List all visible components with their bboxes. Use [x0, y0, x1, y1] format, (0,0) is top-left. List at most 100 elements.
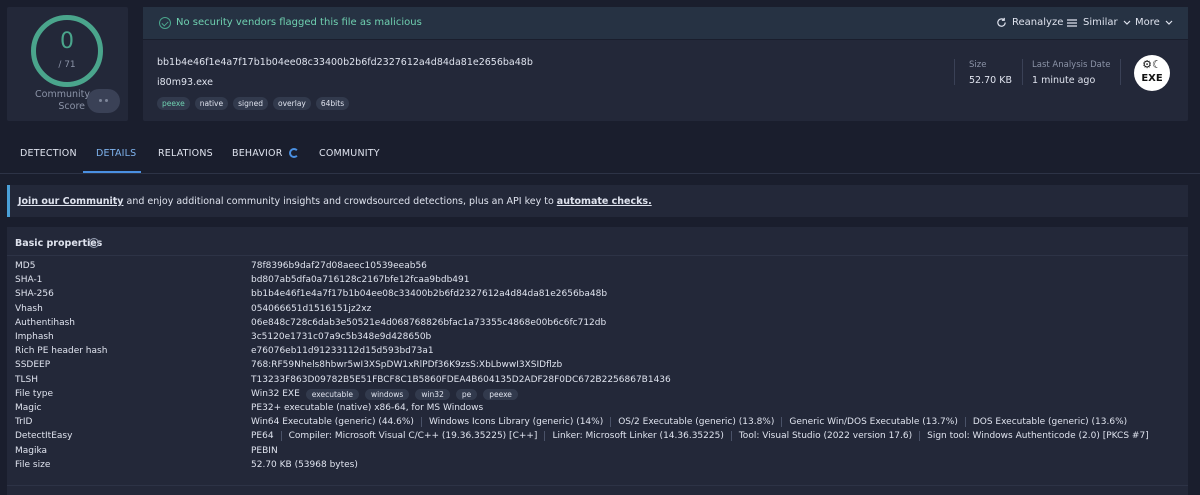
check-circle-icon	[159, 17, 171, 29]
divider	[1022, 59, 1023, 85]
verdict-banner: No security vendors flagged this file as…	[143, 7, 1188, 40]
property-value: PE64 Compiler: Microsoft Visual C/C++ (19…	[251, 431, 1156, 442]
file-type-tag[interactable]: windows	[364, 388, 410, 400]
property-segment: Compiler: Microsoft Visual C/C++ (19.36.…	[280, 431, 545, 442]
property-key: Magic	[15, 403, 42, 413]
file-tag[interactable]: signed	[233, 97, 269, 110]
automate-checks-link[interactable]: automate checks.	[557, 196, 652, 207]
info-icon[interactable]: i	[89, 238, 99, 248]
property-segment: Win64 Executable (generic) (44.6%)	[251, 417, 414, 428]
property-segment: PE64	[251, 431, 274, 442]
property-value: Win64 Executable (generic) (44.6%) Window…	[251, 417, 1134, 428]
gear-icon: ⚙☾	[1142, 58, 1162, 71]
property-segment: Windows Icons Library (generic) (14%)	[420, 417, 610, 428]
similar-dropdown[interactable]: Similar	[1066, 17, 1131, 28]
property-value: PEBIN	[251, 445, 278, 456]
property-row: Magika PEBIN	[15, 446, 1180, 460]
property-segment: Tool: Visual Studio (2022 version 17.6)	[730, 431, 919, 442]
file-type-icon: ⚙☾ EXE	[1134, 55, 1170, 91]
property-row: File size 52.70 KB (53968 bytes)	[15, 460, 1180, 474]
property-key: Rich PE header hash	[15, 346, 108, 357]
chevron-down-icon	[1165, 20, 1173, 25]
property-key: TrID	[15, 417, 33, 428]
detection-ring: 0 / 71	[31, 15, 103, 87]
property-value: Win32 EXE executable windows win32 pe peexe	[251, 388, 518, 400]
property-row: SSDEEP 768:RF59Nhels8hbwr5wI3XSpDW1xRlPDf…	[15, 360, 1180, 374]
property-segment: Generic Win/DOS Executable (13.7%)	[781, 417, 964, 428]
report-tabs: DETECTION DETAILS RELATIONS BEHAVIOR COM…	[0, 132, 1200, 174]
property-key: DetectItEasy	[15, 431, 73, 442]
engines-total: / 71	[58, 60, 76, 70]
property-row: DetectItEasy PE64 Compiler: Microsoft Visu…	[15, 431, 1180, 445]
file-type-tag[interactable]: executable	[305, 388, 359, 400]
reanalyze-button[interactable]: Reanalyze	[996, 17, 1063, 28]
join-community-link[interactable]: Join our Community	[18, 196, 123, 207]
more-dropdown[interactable]: More	[1135, 17, 1173, 28]
property-row: Vhash 054066651d1516151jz2xz	[15, 304, 1180, 318]
property-key: File type	[15, 388, 54, 399]
file-tags: peexe native signed overlay 64bits	[157, 97, 350, 110]
similar-icon	[1067, 18, 1077, 27]
file-sha256[interactable]: bb1b4e46f1e4a7f17b1b04ee08c33400b2b6fd23…	[157, 57, 533, 68]
property-row: File type Win32 EXE executable windows win32…	[15, 388, 1180, 403]
tab-relations[interactable]: RELATIONS	[158, 148, 213, 159]
property-value: e76076eb11d91233112d15d593bd73a1	[251, 346, 434, 357]
property-row: SHA-1 bd807ab5dfa0a716128c2167bfe12fcaa9b…	[15, 275, 1180, 289]
property-row: TrID Win64 Executable (generic) (44.6%) Wi…	[15, 417, 1180, 431]
file-type-tag[interactable]: pe	[455, 388, 478, 400]
property-segment: Sign tool: Windows Authenticode (2.0) [P…	[919, 431, 1156, 442]
property-segment: DOS Executable (generic) (13.6%)	[964, 417, 1134, 428]
basic-properties-panel: Basic properties i MD5 78f8396b9daf27d08a…	[7, 227, 1188, 495]
last-analysis-label: Last Analysis Date	[1032, 60, 1111, 70]
property-row: MD5 78f8396b9daf27d08aeec10539eeab56	[15, 261, 1180, 275]
property-key: SHA-1	[15, 275, 43, 286]
property-value: bd807ab5dfa0a716128c2167bfe12fcaa9bdb491	[251, 275, 470, 286]
active-tab-indicator	[83, 171, 141, 173]
tab-community[interactable]: COMMUNITY	[319, 148, 380, 159]
chevron-down-icon	[1123, 20, 1131, 25]
property-key: Magika	[15, 445, 48, 456]
property-value: 054066651d1516151jz2xz	[251, 303, 372, 314]
tab-detection[interactable]: DETECTION	[20, 148, 77, 159]
property-key: Imphash	[15, 332, 54, 342]
property-value: 3c5120e1731c07a9c5b348e9d428650b	[251, 332, 432, 342]
property-value: 06e848c728c6dab3e50521e4d068768826bfac1a…	[251, 317, 607, 328]
refresh-icon	[997, 17, 1006, 27]
tab-details[interactable]: DETAILS	[96, 148, 136, 159]
community-score-card: 0 / 71 Community Score	[7, 7, 128, 121]
property-value: PE32+ executable (native) x86-64, for MS…	[251, 403, 484, 413]
property-segment: OS/2 Executable (generic) (13.8%)	[610, 417, 781, 428]
property-row: Magic PE32+ executable (native) x86-64, f…	[15, 403, 1180, 417]
community-score-label: Community Score	[35, 89, 90, 112]
property-key: Vhash	[15, 303, 43, 314]
file-type-tag[interactable]: win32	[415, 388, 450, 400]
tab-behavior[interactable]: BEHAVIOR	[232, 148, 299, 159]
file-tag[interactable]: peexe	[157, 97, 190, 110]
divider	[954, 59, 955, 85]
file-header-card: No security vendors flagged this file as…	[143, 7, 1188, 121]
divider	[1120, 59, 1121, 85]
property-segment: Linker: Microsoft Linker (14.36.35225)	[544, 431, 730, 442]
property-value: 78f8396b9daf27d08aeec10539eeab56	[251, 261, 427, 271]
file-tag[interactable]: overlay	[273, 97, 311, 110]
join-community-banner: Join our Community and enjoy additional …	[7, 185, 1188, 217]
file-name: i80m93.exe	[157, 77, 213, 88]
property-value: 52.70 KB (53968 bytes)	[251, 459, 358, 470]
property-value: T13233F863D09782B5E51FBCF8C1B5860FDEA4B6…	[251, 374, 671, 385]
file-type-tag[interactable]: peexe	[483, 388, 518, 400]
property-key: SHA-256	[15, 289, 54, 300]
last-analysis-value: 1 minute ago	[1032, 75, 1096, 86]
property-key: Authentihash	[15, 317, 75, 328]
property-key: File size	[15, 459, 51, 470]
property-row: TLSH T13233F863D09782B5E51FBCF8C1B5860FDE…	[15, 375, 1180, 389]
size-value: 52.70 KB	[969, 75, 1012, 86]
property-key: TLSH	[15, 374, 38, 385]
loading-spinner-icon	[288, 148, 299, 158]
community-vote-toggle[interactable]	[87, 89, 120, 113]
property-key: SSDEEP	[15, 360, 51, 371]
property-value: bb1b4e46f1e4a7f17b1b04ee08c33400b2b6fd23…	[251, 289, 608, 300]
property-value: 768:RF59Nhels8hbwr5wI3XSpDW1xRlPDf36K9zs…	[251, 360, 563, 371]
file-tag[interactable]: 64bits	[315, 97, 350, 110]
file-tag[interactable]: native	[194, 97, 229, 110]
property-row: Authentihash 06e848c728c6dab3e50521e4d068…	[15, 318, 1180, 332]
